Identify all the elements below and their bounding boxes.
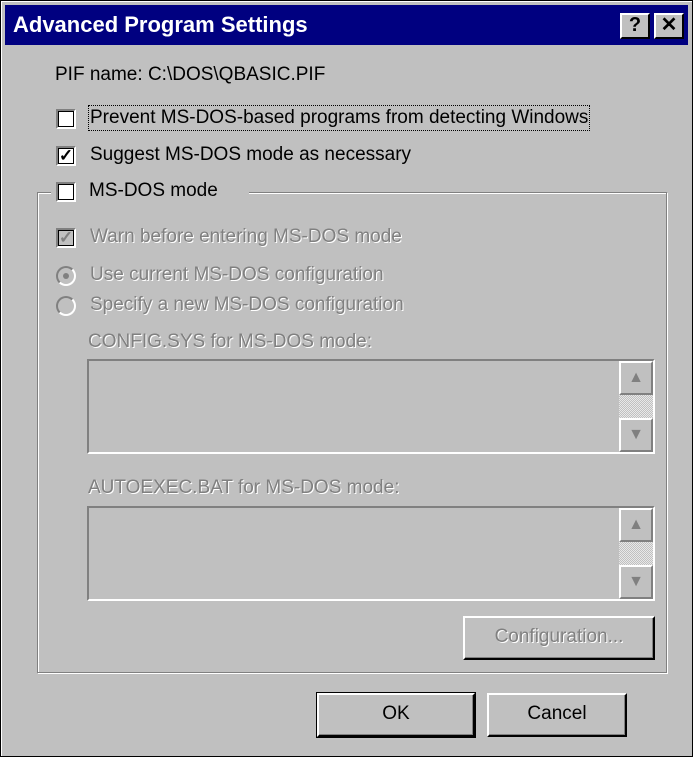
use-current-config-label[interactable]: Use current MS-DOS configuration [90,264,384,286]
up-arrow-icon[interactable]: ▲ [619,361,653,395]
suggest-msdos-checkbox[interactable]: ✓ [56,146,76,166]
msdos-mode-label[interactable]: MS-DOS mode [89,180,218,202]
close-button[interactable]: ✕ [654,13,684,39]
help-button[interactable]: ? [620,13,650,39]
msdos-mode-group-header: MS-DOS mode [51,179,249,205]
warn-checkbox[interactable]: ✓ [56,228,76,248]
advanced-program-settings-dialog: Advanced Program Settings ? ✕ PIF name: … [0,0,693,757]
specify-new-config-label[interactable]: Specify a new MS-DOS configuration [90,294,404,316]
config-sys-textarea[interactable]: ▲ ▼ [87,359,655,454]
msdos-mode-checkbox[interactable] [56,182,76,202]
title-bar[interactable]: Advanced Program Settings ? ✕ [5,5,688,45]
ok-button[interactable]: OK [316,692,476,738]
autoexec-textarea[interactable]: ▲ ▼ [87,506,655,601]
close-icon: ✕ [660,14,678,36]
checkmark-icon: ✓ [58,228,74,247]
specify-new-config-radio[interactable] [56,296,76,316]
prevent-detect-label[interactable]: Prevent MS-DOS-based programs from detec… [87,105,591,131]
down-arrow-icon[interactable]: ▼ [619,418,653,452]
prevent-detect-checkbox[interactable] [56,109,76,129]
suggest-msdos-label[interactable]: Suggest MS-DOS mode as necessary [90,144,411,166]
config-sys-label: CONFIG.SYS for MS-DOS mode: [88,331,372,352]
up-arrow-icon[interactable]: ▲ [619,508,653,542]
cancel-button[interactable]: Cancel [487,693,627,737]
dialog-title: Advanced Program Settings [13,12,308,37]
autoexec-label: AUTOEXEC.BAT for MS-DOS mode: [88,477,400,498]
pif-name-value: C:\DOS\QBASIC.PIF [147,64,326,85]
warn-label[interactable]: Warn before entering MS-DOS mode [90,226,402,248]
configuration-button[interactable]: Configuration... [463,616,655,660]
use-current-config-radio[interactable] [56,266,76,286]
pif-name-row: PIF name: C:\DOS\QBASIC.PIF [55,64,325,86]
radio-selected-dot [63,273,69,279]
autoexec-scrollbar[interactable]: ▲ ▼ [619,508,653,599]
config-sys-scrollbar[interactable]: ▲ ▼ [619,361,653,452]
down-arrow-icon[interactable]: ▼ [619,565,653,599]
pif-name-label: PIF name: [55,64,143,85]
checkmark-icon: ✓ [58,146,74,165]
